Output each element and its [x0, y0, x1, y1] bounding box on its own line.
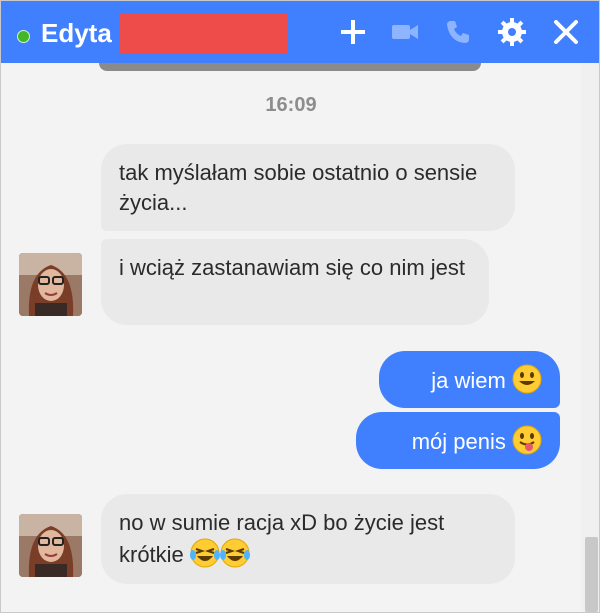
message-text: ja wiem — [431, 368, 506, 393]
smiley-emoji-icon — [512, 364, 542, 394]
phone-icon[interactable] — [442, 16, 474, 48]
message-timestamp: 16:09 — [265, 94, 317, 116]
laughing-tears-emoji-icon — [219, 538, 250, 568]
message-text: tak myślałam sobie ostatnio o sensie życ… — [119, 160, 478, 215]
scrollbar[interactable] — [581, 63, 599, 612]
online-status-dot — [17, 30, 30, 43]
incoming-message[interactable]: no w sumie racja xD bo życie jest krótki… — [101, 494, 515, 584]
chat-header[interactable]: Edyta — [1, 1, 599, 63]
incoming-message[interactable]: i wciąż zastanawiam się co nim jest — [101, 239, 489, 325]
contact-avatar[interactable] — [19, 253, 82, 316]
close-icon[interactable] — [550, 16, 582, 48]
message-text: i wciąż zastanawiam się co nim jest — [119, 255, 466, 280]
video-icon[interactable] — [389, 16, 421, 48]
redacted-surname — [120, 14, 288, 53]
tongue-emoji-icon — [512, 425, 542, 455]
previous-image-edge — [99, 63, 481, 71]
incoming-message[interactable]: tak myślałam sobie ostatnio o sensie życ… — [101, 144, 515, 231]
chat-window: Edyta 16:09 tak myślałam sobie ostatnio … — [0, 0, 600, 613]
message-text: mój penis — [411, 429, 506, 454]
scrollbar-thumb[interactable] — [585, 537, 598, 612]
laughing-tears-emoji-icon — [189, 538, 220, 568]
message-text: no w sumie racja xD bo życie jest krótki… — [119, 510, 445, 567]
gear-icon[interactable] — [496, 16, 528, 48]
outgoing-message[interactable]: ja wiem — [379, 351, 560, 408]
plus-icon[interactable] — [337, 16, 369, 48]
contact-avatar[interactable] — [19, 514, 82, 577]
contact-name[interactable]: Edyta — [41, 18, 112, 48]
outgoing-message[interactable]: mój penis — [356, 412, 560, 469]
